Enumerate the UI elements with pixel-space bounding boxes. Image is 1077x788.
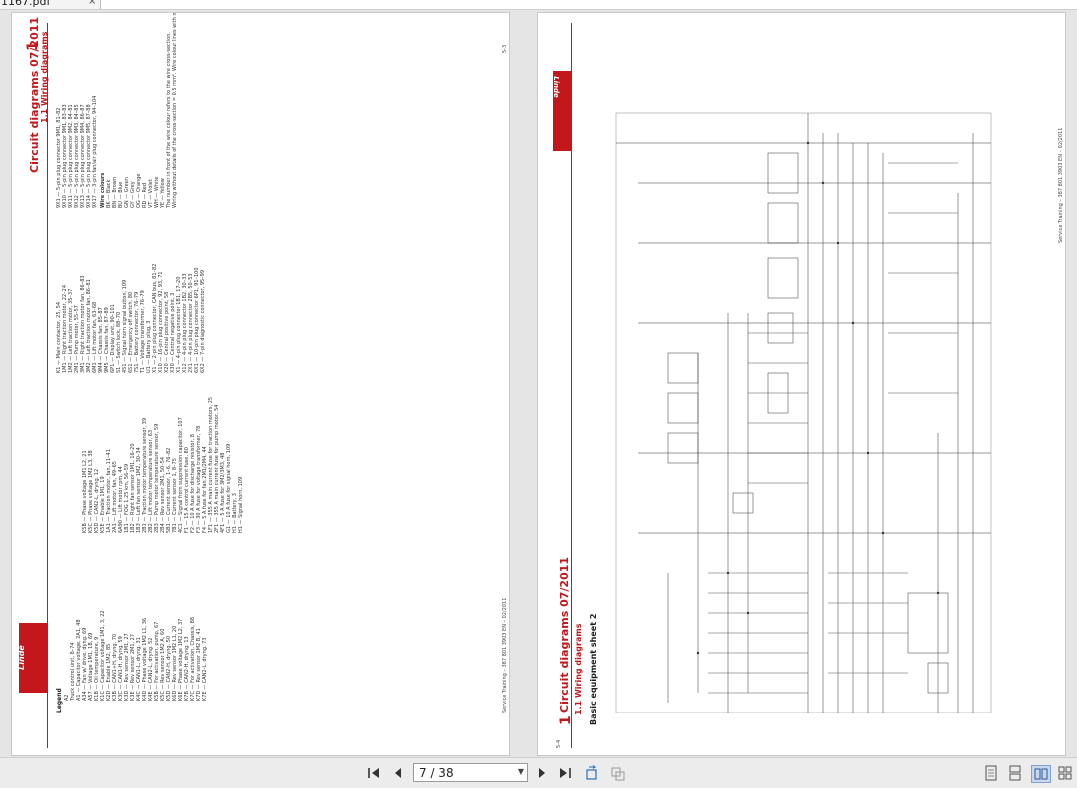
footer-page-number-right: 5-4 [556, 739, 562, 748]
legend-entry: H1 — Signal horn, 109 [238, 476, 244, 533]
prev-page-icon[interactable] [390, 765, 406, 781]
footer-page-number: 5-3 [502, 44, 508, 53]
tab-bar: 1167.pdf × [0, 0, 1077, 10]
single-page-icon[interactable] [983, 765, 999, 781]
last-page-icon[interactable] [557, 765, 573, 781]
logo-wordmark-right: Linde [551, 76, 560, 98]
legend-column-1: A2 Truck control unit, 8–74 A1 — Capacitor… [64, 571, 208, 701]
logo-wordmark: Linde [16, 645, 26, 670]
pdf-page-right: Linde 1 Circuit diagrams 07/2011 1.1 Wir… [537, 12, 1066, 756]
viewer-toolbar: 7 / 38 ▼ [0, 757, 1077, 788]
legend-column-2: K5B — Phase voltage 1M1 L2, 21 K5C — Phas… [82, 353, 244, 533]
legend-column-3: K1 — Main contactor, 25, 54 1M1 — Right t… [56, 183, 206, 373]
two-page-icon[interactable] [1031, 765, 1051, 783]
red-divider-left [47, 23, 48, 748]
tab-title: 1167.pdf [1, 0, 51, 8]
document-tab[interactable]: 1167.pdf × [0, 0, 101, 9]
page-selector[interactable]: 7 / 38 ▼ [413, 763, 528, 782]
first-page-icon[interactable] [366, 765, 382, 781]
rotate-icon[interactable] [584, 765, 600, 781]
legend-entry: 9X17 — 3-pin fan/air plug connector, 94–… [92, 95, 98, 208]
legend-entry: Wiring without details of the cross-sect… [172, 12, 178, 208]
legend-entry: K7E — CAN2-L, dryng. 73 [202, 637, 208, 701]
page-title-right: Circuit diagrams 07/2011 [558, 556, 571, 713]
pdf-page-left: Linde Circuit diagrams 07/2011 1 1.1 Wir… [11, 12, 510, 756]
wiring-diagram [615, 112, 992, 713]
section-title: 1.1 Wiring diagrams [40, 31, 49, 123]
legend-entry: 6X2 — 7-pin diagnostic connector, 95–99 [200, 269, 206, 373]
red-divider-right [571, 23, 572, 748]
page-rotated-layer: Linde Circuit diagrams 07/2011 1 1.1 Wir… [12, 13, 509, 755]
grid-view-icon[interactable] [1057, 765, 1073, 781]
legend-column-4: 9X1 — 5-pin plug connector 9M1, 81–82 9X1… [56, 12, 178, 208]
continuous-page-icon[interactable] [1007, 765, 1023, 781]
linde-logo: Linde [16, 623, 47, 693]
document-viewer[interactable]: Linde Circuit diagrams 07/2011 1 1.1 Wir… [0, 10, 1077, 757]
next-page-icon[interactable] [534, 765, 550, 781]
section-title-right: 1.1 Wiring diagrams [574, 623, 583, 715]
close-icon[interactable]: × [88, 0, 96, 8]
rotate-alt-icon[interactable] [610, 765, 626, 781]
sheet-title: Basic equipment sheet 2 [589, 613, 598, 725]
chapter-number: 1 [25, 41, 41, 51]
page-number-value: 7 / 38 [419, 766, 454, 780]
chapter-number-right: 1 [558, 715, 574, 725]
chevron-down-icon: ▼ [517, 767, 524, 776]
footer-right: Service Training – 387 801 3903 EN – 02/… [1058, 127, 1064, 243]
linde-logo-right: Linde [551, 71, 571, 151]
legend-title: Legend [56, 688, 63, 713]
footer-left: Service Training – 387 801 3903 EN – 02/… [502, 597, 508, 713]
